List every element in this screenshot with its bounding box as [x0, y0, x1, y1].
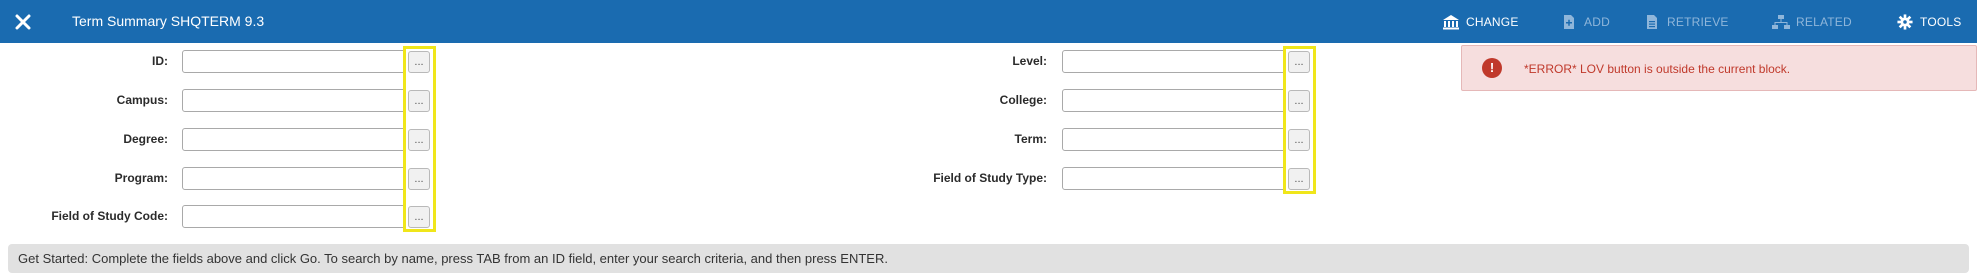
tools-label: TOOLS	[1920, 14, 1962, 29]
field-of-study-type-input[interactable]	[1062, 167, 1286, 190]
gear-icon	[1897, 13, 1913, 30]
field-of-study-code-lov-button[interactable]: ...	[408, 206, 430, 228]
id-lov-button[interactable]: ...	[408, 51, 430, 73]
program-input[interactable]	[182, 167, 406, 190]
add-label: ADD	[1584, 14, 1610, 29]
tools-button[interactable]: TOOLS	[1896, 0, 1961, 43]
field-of-study-code-label: Field of Study Code:	[51, 209, 168, 223]
document-icon	[1647, 14, 1657, 29]
campus-lov-button[interactable]: ...	[408, 90, 430, 112]
close-button[interactable]	[0, 0, 46, 43]
page-title: Term Summary SHQTERM 9.3	[72, 13, 265, 29]
related-button[interactable]: RELATED	[1772, 0, 1852, 43]
status-message: Get Started: Complete the fields above a…	[8, 244, 1969, 273]
change-label: CHANGE	[1466, 14, 1519, 29]
error-notification[interactable]: ! *ERROR* LOV button is outside the curr…	[1461, 45, 1977, 91]
exclamation-icon: !	[1482, 58, 1502, 78]
college-input[interactable]	[1062, 89, 1286, 112]
document-add-icon	[1564, 14, 1574, 29]
id-input[interactable]	[182, 50, 406, 73]
header-bar: Term Summary SHQTERM 9.3 CHANGE ADD RETR…	[0, 0, 1977, 43]
degree-lov-button[interactable]: ...	[408, 129, 430, 151]
field-of-study-code-input[interactable]	[182, 205, 406, 228]
close-icon	[15, 14, 31, 29]
field-of-study-type-label: Field of Study Type:	[933, 171, 1047, 185]
sitemap-icon	[1772, 14, 1790, 29]
related-label: RELATED	[1796, 14, 1852, 29]
level-label: Level:	[1012, 54, 1047, 68]
college-label: College:	[999, 93, 1047, 107]
degree-label: Degree:	[123, 132, 168, 146]
add-button[interactable]: ADD	[1560, 0, 1610, 43]
program-lov-button[interactable]: ...	[408, 168, 430, 190]
campus-label: Campus:	[116, 93, 168, 107]
id-label: ID:	[152, 54, 168, 68]
term-lov-button[interactable]: ...	[1288, 129, 1310, 151]
level-input[interactable]	[1062, 50, 1286, 73]
field-of-study-type-lov-button[interactable]: ...	[1288, 168, 1310, 190]
error-message: *ERROR* LOV button is outside the curren…	[1524, 62, 1791, 76]
level-lov-button[interactable]: ...	[1288, 51, 1310, 73]
college-lov-button[interactable]: ...	[1288, 90, 1310, 112]
change-button[interactable]: CHANGE	[1442, 0, 1519, 43]
bank-icon	[1443, 14, 1459, 29]
term-input[interactable]	[1062, 128, 1286, 151]
term-label: Term:	[1014, 132, 1047, 146]
program-label: Program:	[114, 171, 168, 185]
campus-input[interactable]	[182, 89, 406, 112]
retrieve-label: RETRIEVE	[1667, 14, 1729, 29]
retrieve-button[interactable]: RETRIEVE	[1643, 0, 1729, 43]
degree-input[interactable]	[182, 128, 406, 151]
